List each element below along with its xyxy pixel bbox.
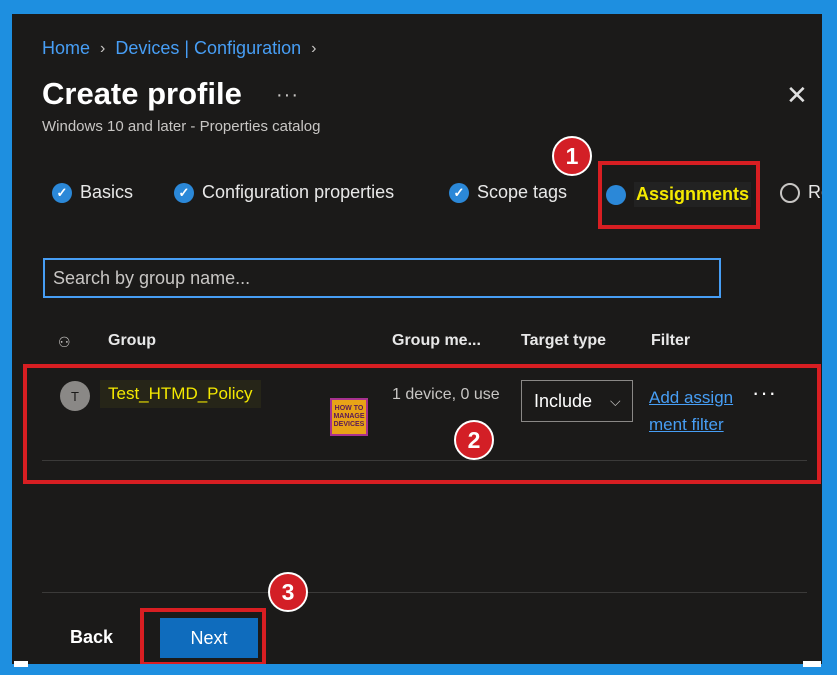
highlight-box-next (140, 608, 266, 664)
step-label: Configuration properties (202, 182, 395, 202)
step-label: Scope tags (477, 182, 568, 202)
checkmark-icon: ✓ (449, 182, 469, 203)
more-options-icon[interactable]: ··· (276, 84, 299, 107)
close-icon[interactable]: ✕ (786, 82, 808, 108)
step-basics[interactable]: ✓ Basics (52, 182, 133, 203)
breadcrumb-devices-configuration-link[interactable]: Devices | Configuration (115, 38, 301, 59)
breadcrumb-home-link[interactable]: Home (42, 38, 90, 59)
page-subtitle: Windows 10 and later - Properties catalo… (42, 118, 321, 135)
step-label: Basics (80, 182, 134, 202)
step-configuration-properties[interactable]: ✓ Configuration properties (174, 182, 394, 203)
chevron-right-icon: › (100, 39, 106, 57)
search-group-input[interactable] (43, 258, 721, 298)
footer-divider (42, 592, 807, 593)
annotation-badge-3: 3 (268, 572, 308, 612)
create-profile-panel: Home › Devices | Configuration › Create … (12, 14, 822, 664)
highlight-box-assignments (598, 161, 760, 229)
page-title: Create profile (42, 76, 242, 111)
annotation-badge-1: 1 (552, 136, 592, 176)
checkmark-icon: ✓ (174, 182, 194, 203)
annotation-badge-2: 2 (454, 420, 494, 460)
column-header-group[interactable]: Group (108, 332, 156, 350)
pending-step-icon (780, 182, 800, 203)
step-label: Re (808, 182, 822, 202)
back-button[interactable]: Back (70, 627, 113, 648)
column-header-group-members[interactable]: Group me... (392, 332, 481, 350)
highlight-box-row (23, 364, 821, 484)
screen-corner-right (803, 661, 821, 667)
group-people-icon: ⚇ (58, 334, 71, 350)
breadcrumb: Home › Devices | Configuration › (42, 38, 316, 59)
column-header-filter[interactable]: Filter (651, 332, 690, 350)
step-review[interactable]: Re (780, 182, 822, 203)
step-scope-tags[interactable]: ✓ Scope tags (449, 182, 567, 203)
checkmark-icon: ✓ (52, 182, 72, 203)
column-header-target-type[interactable]: Target type (521, 332, 606, 350)
screen-corner-left (14, 661, 28, 667)
chevron-right-icon: › (311, 39, 317, 57)
